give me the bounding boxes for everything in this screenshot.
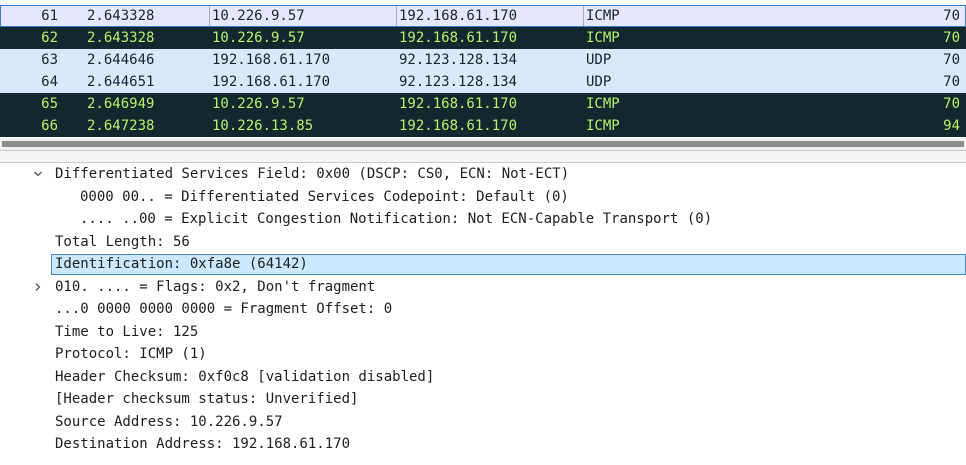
column-separator (209, 5, 210, 27)
packet-protocol: UDP (586, 52, 612, 68)
packet-time: 2.643328 (87, 30, 155, 46)
packet-destination: 92.123.128.134 (399, 52, 518, 68)
packet-row[interactable]: 64 2.644651 192.168.61.170 92.123.128.134 UD… (0, 71, 966, 93)
packet-protocol: ICMP (586, 8, 620, 24)
detail-text: ...0 0000 0000 0000 = Fragment Offset: 0 (55, 301, 393, 317)
packet-length: 70 (943, 30, 960, 46)
packet-row[interactable]: 63 2.644646 192.168.61.170 92.123.128.134 UD… (0, 49, 966, 71)
detail-text: [Header checksum status: Unverified] (55, 391, 359, 407)
packet-details-tree[interactable]: Differentiated Services Field: 0x00 (DSC… (0, 163, 966, 465)
packet-source: 192.168.61.170 (212, 52, 331, 68)
column-separator (583, 5, 584, 27)
detail-text: 010. .... = Flags: 0x2, Don't fragment (55, 278, 376, 295)
packet-length: 70 (943, 96, 960, 112)
detail-tree-item[interactable]: Identification: 0xfa8e (64142) (0, 253, 966, 276)
detail-text: Identification: 0xfa8e (64142) (55, 256, 308, 272)
packet-destination: 192.168.61.170 (399, 96, 518, 112)
packet-time: 2.644651 (87, 74, 155, 90)
packet-destination: 192.168.61.170 (399, 118, 518, 134)
detail-tree-item[interactable]: Destination Address: 192.168.61.170 (0, 433, 966, 456)
detail-text: Destination Address: 192.168.61.170 (55, 436, 351, 452)
detail-tree-item[interactable]: Source Address: 10.226.9.57 (0, 411, 966, 434)
packet-protocol: ICMP (586, 30, 620, 46)
packet-time: 2.644646 (87, 52, 155, 68)
chevron-down-icon[interactable] (33, 169, 43, 179)
packet-source: 10.226.13.85 (212, 118, 314, 134)
detail-tree-item[interactable]: ...0 0000 0000 0000 = Fragment Offset: 0 (0, 298, 966, 321)
column-separator (396, 5, 397, 27)
packet-number: 63 (41, 52, 58, 68)
packet-time: 2.647238 (87, 118, 155, 134)
detail-tree-item[interactable]: 010. .... = Flags: 0x2, Don't fragment (0, 276, 966, 299)
pane-splitter[interactable] (0, 150, 966, 163)
packet-number: 65 (41, 96, 58, 112)
packet-number: 62 (41, 30, 58, 46)
packet-row[interactable]: 62 2.643328 10.226.9.57 192.168.61.170 ICMP 7… (0, 27, 966, 49)
detail-text: .... ..00 = Explicit Congestion Notifica… (80, 211, 713, 227)
packet-number: 64 (41, 74, 58, 90)
detail-text: Differentiated Services Field: 0x00 (DSC… (55, 166, 570, 182)
detail-text: 0000 00.. = Differentiated Services Code… (80, 188, 569, 205)
packet-row[interactable]: 66 2.647238 10.226.13.85 192.168.61.170 ICMP… (0, 115, 966, 137)
packet-time: 2.643328 (87, 8, 155, 24)
detail-tree-item[interactable]: Total Length: 56 (0, 231, 966, 254)
detail-text: Protocol: ICMP (1) (55, 346, 207, 362)
packet-protocol: ICMP (586, 118, 620, 134)
detail-tree-item[interactable]: 0000 00.. = Differentiated Services Code… (0, 186, 966, 209)
detail-tree-item[interactable]: Protocol: ICMP (1) (0, 343, 966, 366)
packet-source: 10.226.9.57 (212, 8, 305, 24)
packet-source: 192.168.61.170 (212, 74, 331, 90)
detail-tree-item[interactable]: Time to Live: 125 (0, 321, 966, 344)
packet-row[interactable]: 61 2.643328 10.226.9.57 192.168.61.170 ICMP 7… (0, 5, 966, 27)
packet-protocol: UDP (586, 74, 612, 90)
chevron-right-icon[interactable] (33, 282, 43, 292)
detail-text: Time to Live: 125 (55, 323, 199, 340)
packet-destination: 92.123.128.134 (399, 74, 518, 90)
packet-list[interactable]: 61 2.643328 10.226.9.57 192.168.61.170 ICMP 7… (0, 0, 966, 138)
packet-destination: 192.168.61.170 (399, 30, 518, 46)
packet-destination: 192.168.61.170 (399, 8, 518, 24)
packet-number: 61 (41, 8, 58, 24)
horizontal-scrollbar-thumb[interactable] (2, 141, 964, 147)
detail-text: Header Checksum: 0xf0c8 [validation disa… (55, 368, 435, 385)
packet-number: 66 (41, 118, 58, 134)
packet-row[interactable]: 65 2.646949 10.226.9.57 192.168.61.170 ICMP 7… (0, 93, 966, 115)
detail-tree-item[interactable]: [Header checksum status: Unverified] (0, 388, 966, 411)
detail-text: Source Address: 10.226.9.57 (55, 413, 283, 430)
detail-text: Total Length: 56 (55, 233, 190, 250)
detail-tree-item[interactable]: Header Checksum: 0xf0c8 [validation disa… (0, 366, 966, 389)
horizontal-scrollbar[interactable] (0, 138, 966, 150)
packet-length: 94 (943, 118, 960, 134)
packet-length: 70 (943, 8, 960, 24)
packet-length: 70 (943, 52, 960, 68)
packet-protocol: ICMP (586, 96, 620, 112)
packet-length: 70 (943, 74, 960, 90)
packet-time: 2.646949 (87, 96, 155, 112)
packet-source: 10.226.9.57 (212, 30, 305, 46)
packet-source: 10.226.9.57 (212, 96, 305, 112)
detail-tree-item[interactable]: .... ..00 = Explicit Congestion Notifica… (0, 208, 966, 231)
detail-tree-item[interactable]: Differentiated Services Field: 0x00 (DSC… (0, 163, 966, 186)
